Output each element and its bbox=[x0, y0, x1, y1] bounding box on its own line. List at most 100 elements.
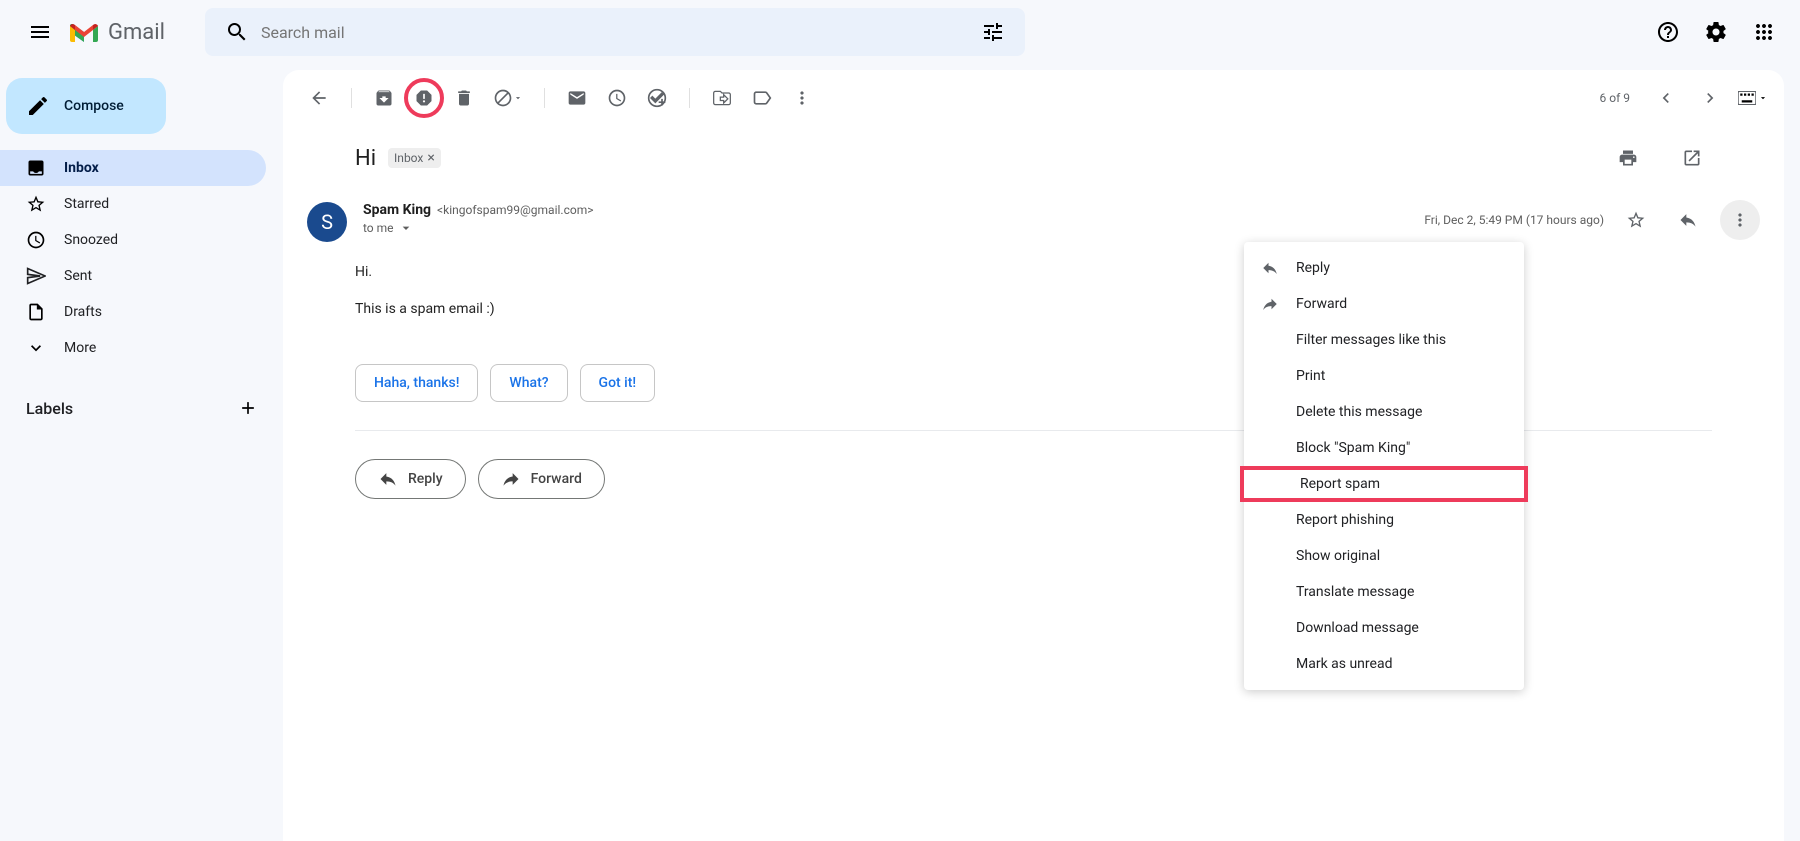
support-button[interactable] bbox=[1648, 12, 1688, 52]
chevron-down-icon bbox=[26, 338, 46, 358]
reply-inline-button[interactable] bbox=[1668, 200, 1708, 240]
sender-avatar[interactable]: S bbox=[307, 202, 347, 242]
label-icon bbox=[752, 88, 772, 108]
toolbar-left bbox=[299, 78, 822, 118]
sidebar-item-drafts[interactable]: Drafts bbox=[0, 294, 266, 330]
add-label-button[interactable] bbox=[232, 392, 264, 424]
message-toolbar: 6 of 9 bbox=[283, 70, 1784, 126]
menu-block[interactable]: Block "Spam King" bbox=[1244, 430, 1524, 466]
main-menu-button[interactable] bbox=[16, 8, 64, 56]
smart-reply-2[interactable]: What? bbox=[490, 364, 567, 402]
menu-report-spam[interactable]: Report spam bbox=[1240, 466, 1528, 502]
search-button[interactable] bbox=[213, 8, 261, 56]
more-actions-button[interactable] bbox=[782, 78, 822, 118]
separator bbox=[351, 88, 352, 108]
remove-label-icon[interactable]: × bbox=[427, 150, 434, 166]
add-to-tasks-button[interactable] bbox=[637, 78, 677, 118]
star-message-button[interactable] bbox=[1616, 200, 1656, 240]
tune-icon bbox=[981, 20, 1005, 44]
subject-title: Hi bbox=[355, 146, 376, 171]
move-to-button[interactable] bbox=[702, 78, 742, 118]
block-sender-button[interactable] bbox=[484, 78, 532, 118]
gmail-logo-area[interactable]: Gmail bbox=[68, 20, 165, 45]
email-meta: Fri, Dec 2, 5:49 PM (17 hours ago) bbox=[1424, 200, 1760, 240]
sidebar-item-label: Snoozed bbox=[64, 232, 118, 248]
older-button[interactable] bbox=[1650, 78, 1682, 118]
gmail-logo-icon bbox=[68, 20, 100, 44]
smart-reply-3[interactable]: Got it! bbox=[580, 364, 656, 402]
menu-translate[interactable]: Translate message bbox=[1244, 574, 1524, 610]
reply-row: Reply Forward bbox=[283, 431, 1784, 527]
more-vert-icon bbox=[792, 88, 812, 108]
open-new-window-button[interactable] bbox=[1672, 138, 1712, 178]
search-icon bbox=[225, 20, 249, 44]
report-spam-icon bbox=[414, 88, 434, 108]
sidebar-item-label: Drafts bbox=[64, 304, 102, 320]
search-input[interactable] bbox=[261, 23, 969, 42]
print-icon bbox=[1618, 148, 1638, 168]
menu-mark-unread[interactable]: Mark as unread bbox=[1244, 646, 1524, 682]
recipient-text: to me bbox=[363, 221, 394, 235]
reply-label: Reply bbox=[408, 471, 443, 487]
smart-reply-1[interactable]: Haha, thanks! bbox=[355, 364, 478, 402]
search-bar bbox=[205, 8, 1025, 56]
sender-email: <kingofspam99@gmail.com> bbox=[437, 203, 593, 217]
add-task-icon bbox=[647, 88, 667, 108]
mark-unread-button[interactable] bbox=[557, 78, 597, 118]
menu-reply[interactable]: Reply bbox=[1244, 250, 1524, 286]
archive-button[interactable] bbox=[364, 78, 404, 118]
timestamp: Fri, Dec 2, 5:49 PM (17 hours ago) bbox=[1424, 213, 1604, 227]
reply-icon bbox=[378, 469, 398, 489]
menu-filter[interactable]: Filter messages like this bbox=[1244, 322, 1524, 358]
reply-icon bbox=[1678, 210, 1698, 230]
menu-forward[interactable]: Forward bbox=[1244, 286, 1524, 322]
block-icon bbox=[493, 88, 513, 108]
dropdown-icon bbox=[398, 220, 414, 236]
subject-left: Hi Inbox× bbox=[355, 146, 441, 171]
search-options-button[interactable] bbox=[969, 8, 1017, 56]
gmail-text: Gmail bbox=[108, 20, 165, 45]
gear-icon bbox=[1704, 20, 1728, 44]
newer-button[interactable] bbox=[1694, 78, 1726, 118]
print-button[interactable] bbox=[1608, 138, 1648, 178]
input-tools-button[interactable] bbox=[1738, 91, 1768, 105]
subject-row: Hi Inbox× bbox=[283, 126, 1784, 190]
sidebar-item-inbox[interactable]: Inbox bbox=[0, 150, 266, 186]
email-body: Hi. This is a spam email :) bbox=[283, 242, 1784, 344]
draft-icon bbox=[26, 302, 46, 322]
archive-icon bbox=[374, 88, 394, 108]
sidebar-item-starred[interactable]: Starred bbox=[0, 186, 266, 222]
plus-icon bbox=[238, 398, 258, 418]
star-icon bbox=[1626, 210, 1646, 230]
help-icon bbox=[1656, 20, 1680, 44]
menu-icon bbox=[28, 20, 52, 44]
sidebar-item-sent[interactable]: Sent bbox=[0, 258, 266, 294]
inbox-icon bbox=[26, 158, 46, 178]
sidebar-item-more[interactable]: More bbox=[0, 330, 266, 366]
menu-delete[interactable]: Delete this message bbox=[1244, 394, 1524, 430]
labels-button[interactable] bbox=[742, 78, 782, 118]
message-more-button[interactable] bbox=[1720, 200, 1760, 240]
menu-download[interactable]: Download message bbox=[1244, 610, 1524, 646]
report-spam-button[interactable] bbox=[404, 78, 444, 118]
menu-report-phishing[interactable]: Report phishing bbox=[1244, 502, 1524, 538]
menu-print[interactable]: Print bbox=[1244, 358, 1524, 394]
more-vert-icon bbox=[1730, 210, 1750, 230]
delete-button[interactable] bbox=[444, 78, 484, 118]
snooze-button[interactable] bbox=[597, 78, 637, 118]
forward-label: Forward bbox=[531, 471, 582, 487]
labels-title: Labels bbox=[26, 399, 73, 418]
compose-label: Compose bbox=[64, 98, 124, 114]
compose-button[interactable]: Compose bbox=[6, 78, 166, 134]
trash-icon bbox=[454, 88, 474, 108]
settings-button[interactable] bbox=[1696, 12, 1736, 52]
inbox-chip[interactable]: Inbox× bbox=[388, 148, 441, 168]
sidebar-item-snoozed[interactable]: Snoozed bbox=[0, 222, 266, 258]
reply-button[interactable]: Reply bbox=[355, 459, 466, 499]
menu-show-original[interactable]: Show original bbox=[1244, 538, 1524, 574]
toolbar-right: 6 of 9 bbox=[1600, 78, 1768, 118]
email-header: S Spam King <kingofspam99@gmail.com> to … bbox=[283, 190, 1784, 242]
apps-button[interactable] bbox=[1744, 12, 1784, 52]
back-button[interactable] bbox=[299, 78, 339, 118]
forward-button[interactable]: Forward bbox=[478, 459, 605, 499]
